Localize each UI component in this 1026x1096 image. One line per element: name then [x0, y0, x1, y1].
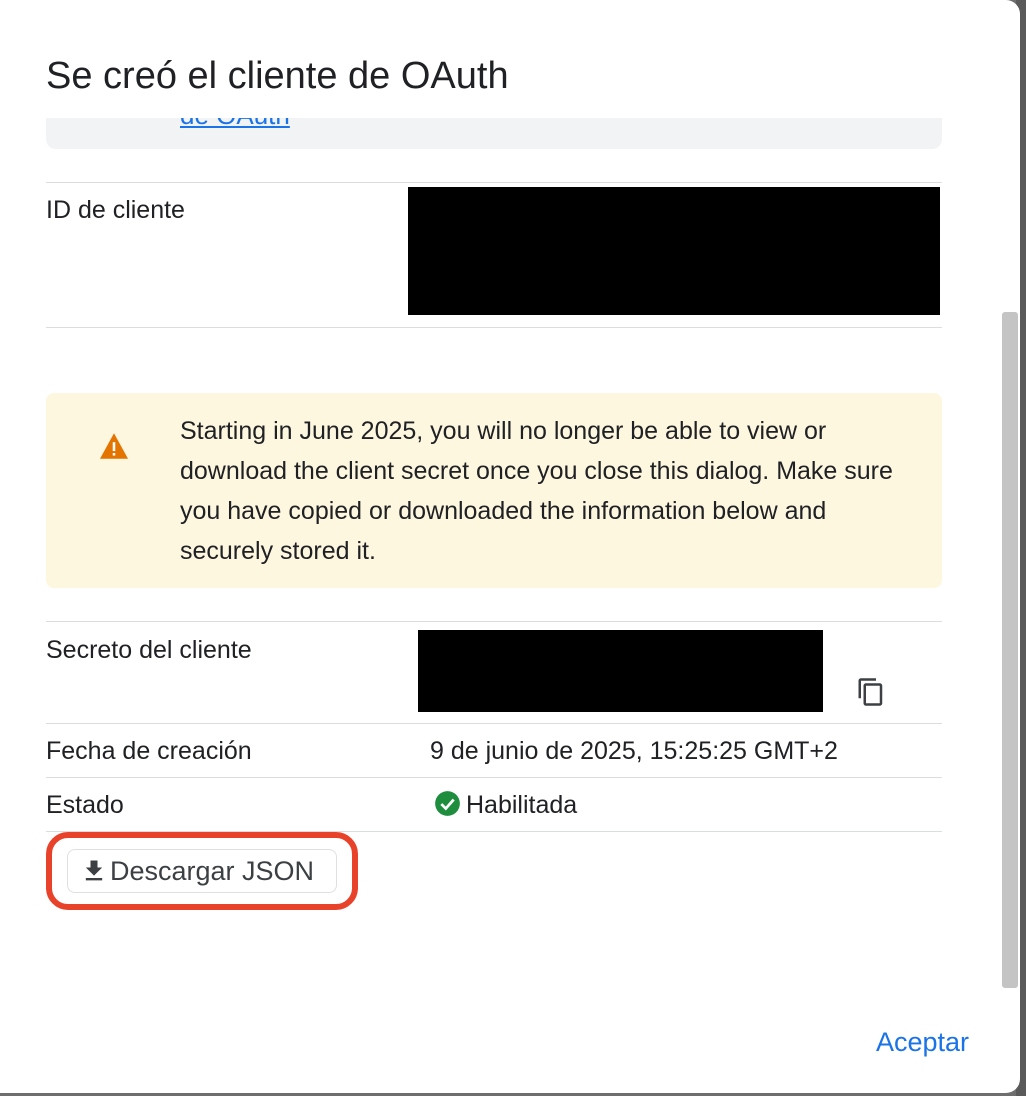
divider	[46, 777, 942, 778]
download-json-button[interactable]: Descargar JSON	[67, 849, 337, 893]
divider	[46, 182, 942, 183]
accept-button[interactable]: Aceptar	[866, 1022, 979, 1062]
oauth-client-created-dialog: Se creó el cliente de OAuth de OAuth ID …	[0, 0, 1020, 1093]
client-id-label: ID de cliente	[46, 196, 185, 224]
divider	[46, 621, 942, 622]
status-value: Habilitada	[466, 791, 578, 819]
info-box: de OAuth	[46, 118, 942, 149]
copy-icon[interactable]	[856, 676, 886, 708]
dialog-content: de OAuth ID de cliente Starting in June …	[0, 118, 1000, 998]
info-link[interactable]: de OAuth	[180, 118, 290, 130]
divider	[46, 723, 942, 724]
download-icon	[85, 860, 103, 881]
warning-banner: Starting in June 2025, you will no longe…	[46, 393, 942, 588]
divider	[46, 327, 942, 328]
scrollbar-thumb[interactable]	[1002, 312, 1018, 988]
status-label: Estado	[46, 791, 124, 819]
client-secret-label: Secreto del cliente	[46, 636, 252, 664]
warning-triangle-icon	[100, 433, 128, 459]
creation-date-value: 9 de junio de 2025, 15:25:25 GMT+2	[430, 737, 838, 765]
check-circle-icon	[435, 791, 460, 816]
dialog-title: Se creó el cliente de OAuth	[46, 55, 509, 97]
warning-text: Starting in June 2025, you will no longe…	[180, 417, 893, 565]
creation-date-label: Fecha de creación	[46, 737, 252, 765]
client-id-value-redacted	[408, 187, 940, 315]
client-secret-value-redacted	[418, 630, 823, 712]
highlight-outline: Descargar JSON	[46, 832, 358, 910]
download-json-label: Descargar JSON	[110, 855, 315, 886]
